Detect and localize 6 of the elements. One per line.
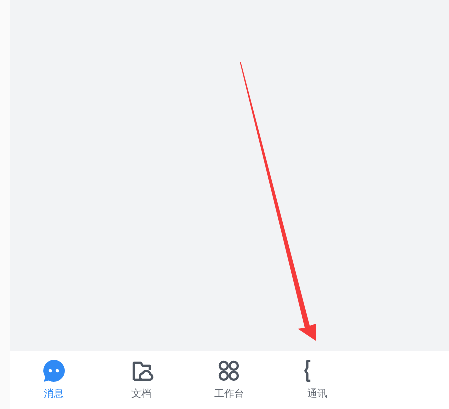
tab[interactable]: 文档 — [98, 351, 186, 409]
chat-bubble-icon — [40, 358, 67, 384]
tab[interactable]: 通讯 — [273, 351, 362, 409]
tab[interactable]: 消息 — [10, 351, 98, 409]
bracket-icon — [304, 360, 312, 382]
tab[interactable]: 工作台 — [186, 351, 274, 409]
